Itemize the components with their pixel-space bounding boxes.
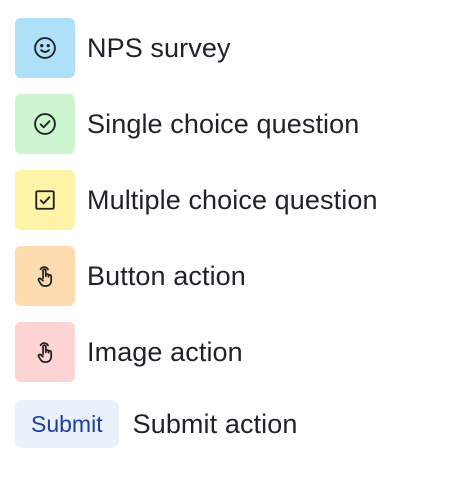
smiley-face-icon xyxy=(34,37,56,59)
check-circle-icon xyxy=(34,113,56,135)
palette-item-label: Multiple choice question xyxy=(87,184,378,215)
palette-item-label: Image action xyxy=(87,336,243,367)
element-palette: NPS survey Single choice question Multip… xyxy=(0,0,458,486)
palette-item-image-action[interactable]: Image action xyxy=(15,322,243,382)
button-action-tile xyxy=(15,246,75,306)
tap-hand-icon xyxy=(37,266,53,287)
palette-item-label: Submit action xyxy=(132,408,298,439)
palette-item-label: NPS survey xyxy=(87,32,231,63)
image-action-tile xyxy=(15,322,75,382)
palette-item-label: Button action xyxy=(87,260,246,291)
check-square-icon xyxy=(35,190,55,210)
palette-item-single-choice[interactable]: Single choice question xyxy=(15,94,359,154)
palette-item-submit-action[interactable]: Submit Submit action xyxy=(15,400,297,448)
nps-survey-tile xyxy=(15,18,75,78)
submit-button-preview[interactable]: Submit xyxy=(15,400,119,448)
multiple-choice-tile xyxy=(15,170,75,230)
palette-item-label: Single choice question xyxy=(87,108,360,139)
palette-item-multiple-choice[interactable]: Multiple choice question xyxy=(15,170,378,230)
tap-hand-icon xyxy=(37,342,53,363)
palette-item-button-action[interactable]: Button action xyxy=(15,246,246,306)
palette-item-nps-survey[interactable]: NPS survey xyxy=(15,18,231,78)
single-choice-tile xyxy=(15,94,75,154)
